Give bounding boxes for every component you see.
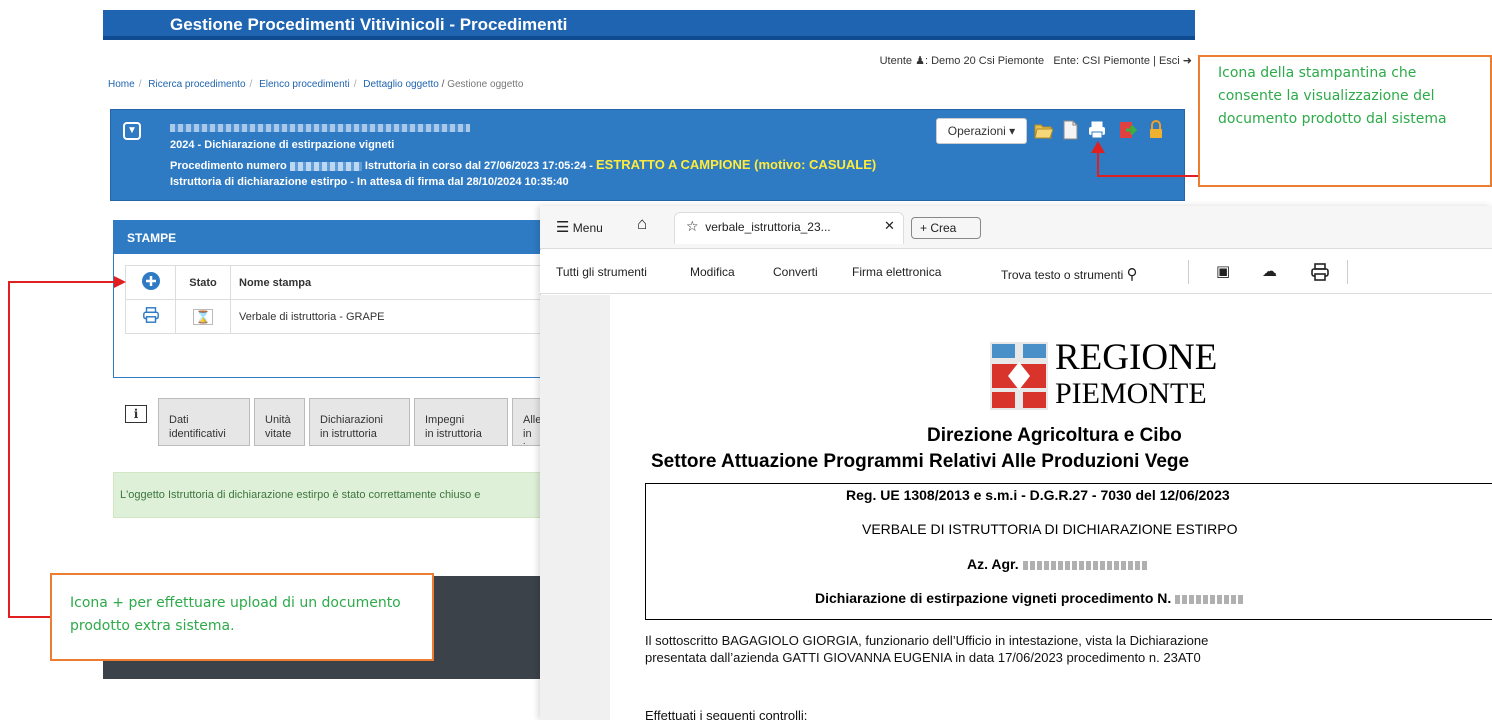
search-icon: ⚲ — [1126, 266, 1138, 283]
viewer-menu-button[interactable]: ☰ Menu — [556, 218, 603, 236]
document-procedimento: Dichiarazione di estirpazione vigneti pr… — [815, 590, 1246, 606]
collapse-toggle-icon[interactable]: ▼ — [123, 122, 141, 140]
open-folder-icon[interactable] — [1033, 119, 1053, 141]
viewer-print-icon[interactable] — [1310, 262, 1330, 285]
arrow-line — [1097, 150, 1099, 176]
plus-circle-icon[interactable] — [141, 272, 160, 290]
stampe-table: Stato Nome stampa ⌛ Verbale di istruttor… — [125, 265, 545, 334]
table-header-row: Stato Nome stampa — [125, 265, 545, 300]
stampa-name: Verbale di istruttoria - GRAPE — [230, 299, 545, 334]
cloud-upload-icon[interactable]: ☁ — [1262, 262, 1277, 280]
viewer-document-tab-title: ☆ verbale_istruttoria_23... — [686, 218, 831, 235]
document-body-line2: presentata dall’azienda GATTI GIOVANNA E… — [645, 650, 1201, 665]
azienda-prefix: Az. Agr. — [967, 556, 1019, 572]
home-icon[interactable]: ⌂ — [637, 214, 647, 234]
stampe-title: STAMPE — [113, 220, 553, 254]
breadcrumb-home[interactable]: Home — [108, 79, 135, 90]
close-tab-icon[interactable]: ✕ — [884, 218, 895, 234]
arrow-line — [1097, 175, 1198, 177]
tool-all-tools[interactable]: Tutti gli strumenti — [556, 265, 647, 279]
user-icon: ♟ — [915, 55, 925, 67]
banner-proc-prefix: Procedimento numero — [170, 160, 287, 172]
viewer-menu-label: Menu — [572, 221, 603, 235]
hamburger-icon: ☰ — [556, 219, 570, 236]
ente-label: Ente: CSI Piemonte — [1053, 55, 1150, 67]
banner-line2: Procedimento numero Istruttoria in corso… — [170, 157, 876, 172]
procedimento-prefix: Dichiarazione di estirpazione vigneti pr… — [815, 590, 1172, 606]
save-icon[interactable]: ▣ — [1216, 262, 1230, 280]
print-icon[interactable] — [142, 306, 160, 324]
masked-company-name — [170, 124, 470, 132]
callout-print-icon: Icona della stampantina che consente la … — [1198, 55, 1492, 187]
masked-procedimento — [1175, 594, 1246, 604]
arrow-line — [8, 616, 50, 618]
tab-impegni[interactable]: Impegni in istruttoria — [414, 398, 508, 446]
arrow-line — [8, 282, 10, 617]
user-bar: Utente ♟: Demo 20 Csi Piemonte Ente: CSI… — [880, 54, 1192, 67]
breadcrumb: Home / Ricerca procedimento / Elenco proce… — [108, 79, 524, 90]
doc-tab-label: verbale_istruttoria_23... — [705, 220, 831, 234]
tab-unita-vitate[interactable]: Unità vitate — [254, 398, 305, 446]
tool-converti[interactable]: Converti — [773, 265, 818, 279]
banner-line3: Istruttoria di dichiarazione estirpo - I… — [170, 176, 569, 188]
hourglass-icon: ⌛ — [192, 308, 214, 325]
add-upload-cell — [125, 265, 176, 300]
tool-modifica[interactable]: Modifica — [690, 265, 735, 279]
column-header-stato: Stato — [175, 265, 231, 300]
logo-text-regione: REGIONE — [1055, 337, 1218, 378]
operations-label: Operazioni — [947, 124, 1006, 138]
export-pdf-icon[interactable] — [1117, 119, 1137, 141]
arrow-line — [8, 281, 118, 283]
tab-allegati[interactable]: Alle in i — [512, 398, 542, 446]
operations-button[interactable]: Operazioni ▾ — [936, 118, 1027, 144]
create-label: Crea — [930, 221, 957, 235]
user-name: : Demo 20 Csi Piemonte — [924, 55, 1045, 67]
tab-dati-identificativi[interactable]: Dati identificativi — [158, 398, 250, 446]
search-label: Trova testo o strumenti — [1001, 268, 1124, 282]
user-bar-separator: | — [1153, 55, 1156, 67]
arrow-head-right — [114, 276, 126, 288]
app-title: Gestione Procedimenti Vitivinicoli - Pro… — [170, 15, 568, 34]
masked-procedure-number — [289, 161, 362, 171]
document-direction: Direzione Agricoltura e Cibo — [927, 425, 1182, 446]
logout-link[interactable]: Esci — [1159, 55, 1180, 67]
callout-upload-icon: Icona + per effettuare upload di un docu… — [50, 573, 434, 661]
logo-text-piemonte: PIEMONTE — [1055, 377, 1207, 410]
campione-badge: ESTRATTO A CAMPIONE (motivo: CASUALE) — [595, 157, 877, 172]
success-message: L'oggetto Istruttoria di dichiarazione e… — [113, 472, 553, 518]
viewer-sidebar — [540, 295, 610, 720]
create-button[interactable]: + Crea — [911, 217, 981, 239]
tool-firma[interactable]: Firma elettronica — [852, 265, 941, 279]
document-reg: Reg. UE 1308/2013 e s.m.i - D.G.R.27 - 7… — [846, 487, 1230, 503]
lock-icon[interactable] — [1146, 119, 1166, 141]
document-verbale: VERBALE DI ISTRUTTORIA DI DICHIARAZIONE … — [862, 521, 1238, 537]
breadcrumb-elenco[interactable]: Elenco procedimenti — [259, 79, 350, 90]
table-row: ⌛ Verbale di istruttoria - GRAPE — [125, 299, 545, 334]
document-controls: Effettuati i seguenti controlli: — [645, 708, 808, 720]
document-icon[interactable] — [1060, 119, 1080, 141]
tool-search[interactable]: Trova testo o strumenti ⚲ — [1001, 265, 1138, 283]
tab-dichiarazioni[interactable]: Dichiarazioni in istruttoria — [309, 398, 410, 446]
toolbar-divider — [1188, 260, 1189, 284]
star-icon[interactable]: ☆ — [686, 218, 699, 234]
regione-piemonte-logo — [990, 342, 1048, 410]
breadcrumb-dettaglio[interactable]: Dettaglio oggetto — [363, 79, 439, 90]
breadcrumb-current: Gestione oggetto — [447, 79, 524, 90]
user-label: Utente — [879, 55, 913, 67]
banner-line1: 2024 - Dichiarazione di estirpazione vig… — [170, 139, 395, 151]
banner-istruttoria: Istruttoria in corso dal 27/06/2023 17:0… — [364, 160, 593, 172]
print-icon[interactable] — [1087, 119, 1107, 141]
document-sector: Settore Attuazione Programmi Relativi Al… — [651, 451, 1190, 472]
info-tab-icon[interactable]: i — [125, 405, 147, 423]
document-body-line1: Il sottoscritto BAGAGIOLO GIORGIA, funzi… — [645, 633, 1209, 648]
masked-azienda — [1022, 560, 1148, 570]
document-azienda: Az. Agr. — [967, 556, 1148, 572]
breadcrumb-ricerca[interactable]: Ricerca procedimento — [148, 79, 245, 90]
toolbar-divider — [1347, 260, 1348, 284]
column-header-nome: Nome stampa — [230, 265, 545, 300]
logout-icon[interactable]: ➜ — [1183, 55, 1192, 67]
arrow-head-up — [1091, 141, 1105, 153]
